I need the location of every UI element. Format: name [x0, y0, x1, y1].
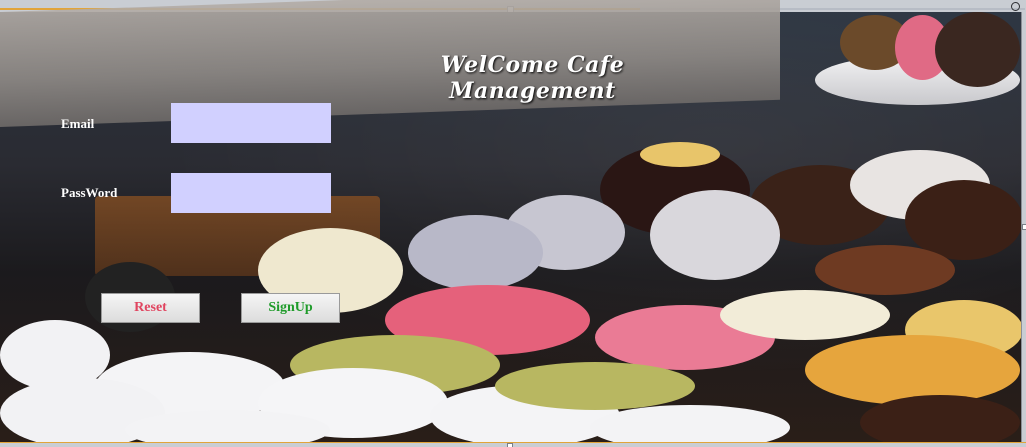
email-label: Email	[61, 116, 95, 131]
dessert-shape	[650, 190, 780, 280]
dessert-shape	[935, 12, 1020, 87]
dessert-shape	[590, 405, 790, 447]
reset-button[interactable]: Reset	[101, 293, 200, 323]
dessert-shape	[640, 142, 720, 167]
password-field[interactable]	[171, 173, 331, 213]
right-resize-handle[interactable]	[1022, 224, 1026, 230]
dessert-shape	[805, 335, 1020, 405]
window-corner-icon	[1011, 2, 1020, 11]
password-label: PassWord	[61, 185, 118, 200]
dessert-shape	[815, 245, 955, 295]
bottom-resize-handle[interactable]	[507, 443, 513, 447]
page-title: WelCome Cafe Management	[440, 52, 625, 104]
login-window: WelCome Cafe Management Email PassWord R…	[0, 0, 1026, 447]
window-bottom-border	[0, 442, 1026, 447]
dessert-shape	[495, 362, 695, 410]
dessert-shape	[720, 290, 890, 340]
dessert-shape	[408, 215, 543, 290]
window-right-border	[1021, 12, 1026, 447]
email-field[interactable]	[171, 103, 331, 143]
signup-button[interactable]: SignUp	[241, 293, 340, 323]
dessert-shape	[860, 395, 1020, 447]
